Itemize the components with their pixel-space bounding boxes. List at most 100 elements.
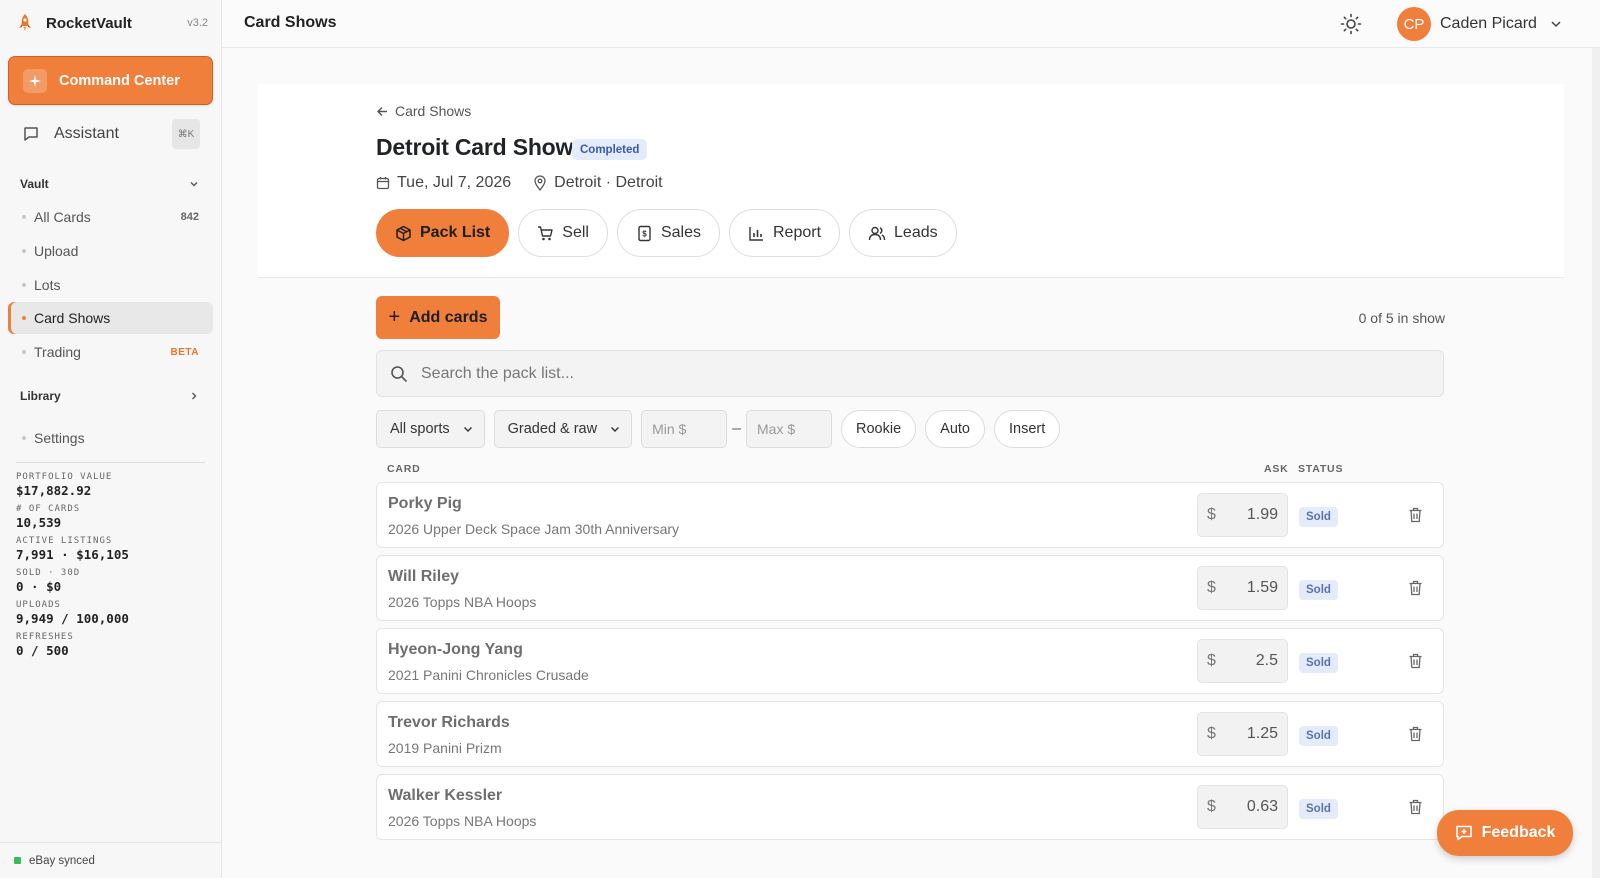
sync-status-dot-icon xyxy=(14,857,21,864)
grade-filter-select[interactable]: Graded & raw xyxy=(493,410,633,448)
stat-active-listings: ACTIVE LISTINGS 7,991 · $16,105 xyxy=(16,536,129,562)
ask-price-input[interactable]: $ 0.63 xyxy=(1197,785,1288,829)
assistant-button[interactable]: Assistant ⌘K xyxy=(22,118,200,150)
assistant-label: Assistant xyxy=(54,125,119,142)
sun-icon xyxy=(1340,13,1362,35)
add-cards-label: Add cards xyxy=(409,308,488,326)
sidebar-item-settings[interactable]: Settings xyxy=(8,422,213,454)
card-name: Will Riley xyxy=(388,568,459,585)
sidebar: RocketVault v3.2 Command Center Assistan… xyxy=(0,0,222,878)
chat-bubble-icon xyxy=(24,127,38,141)
feedback-label: Feedback xyxy=(1481,824,1556,841)
table-row[interactable]: Trevor Richards 2019 Panini Prizm $ 1.25… xyxy=(376,701,1444,767)
auto-filter-chip[interactable]: Auto xyxy=(925,410,985,448)
beta-badge: BETA xyxy=(170,346,199,358)
package-icon xyxy=(395,225,412,242)
status-badge: Sold xyxy=(1299,726,1338,746)
brand-name: RocketVault xyxy=(46,14,132,32)
bullet-icon xyxy=(22,249,26,253)
search-icon xyxy=(391,365,407,382)
map-pin-icon xyxy=(533,175,547,191)
users-icon xyxy=(868,225,886,242)
tab-pack-list[interactable]: Pack List xyxy=(376,209,510,257)
table-row[interactable]: Will Riley 2026 Topps NBA Hoops $ 1.59 S… xyxy=(376,555,1444,621)
table-row[interactable]: Hyeon-Jong Yang 2021 Panini Chronicles C… xyxy=(376,628,1444,694)
card-name: Porky Pig xyxy=(388,495,462,512)
theme-toggle-button[interactable] xyxy=(1338,11,1364,37)
top-bar: Card Shows CP Caden Picard xyxy=(222,0,1600,48)
chevron-down-icon xyxy=(190,182,198,187)
max-price-input[interactable] xyxy=(746,410,833,448)
currency-symbol: $ xyxy=(1207,652,1216,669)
ask-price-input[interactable]: $ 1.59 xyxy=(1197,566,1288,610)
trash-icon xyxy=(1409,507,1421,523)
portfolio-stats: PORTFOLIO VALUE $17,882.92 # OF CARDS 10… xyxy=(16,472,129,664)
sidebar-item-upload[interactable]: Upload xyxy=(8,235,213,267)
currency-symbol: $ xyxy=(1207,506,1216,523)
sidebar-item-label: All Cards xyxy=(34,209,91,225)
stat-value: $17,882.92 xyxy=(16,483,92,498)
sidebar-item-lots[interactable]: Lots xyxy=(8,269,213,301)
delete-button[interactable] xyxy=(1405,724,1425,744)
sidebar-item-card-shows[interactable]: Card Shows xyxy=(8,302,213,334)
library-section-label: Library xyxy=(20,389,61,403)
status-badge: Sold xyxy=(1299,799,1338,819)
chevron-down-icon xyxy=(611,427,620,432)
ask-price-value: 1.99 xyxy=(1246,506,1278,523)
user-menu[interactable]: CP Caden Picard xyxy=(1397,7,1563,41)
table-row[interactable]: Porky Pig 2026 Upper Deck Space Jam 30th… xyxy=(376,482,1444,548)
rookie-filter-chip[interactable]: Rookie xyxy=(841,410,917,448)
card-set: 2026 Upper Deck Space Jam 30th Anniversa… xyxy=(388,521,680,537)
search-input[interactable] xyxy=(421,364,1321,383)
ask-price-input[interactable]: $ 2.5 xyxy=(1197,639,1288,683)
library-section-toggle[interactable]: Library xyxy=(20,389,200,403)
receipt-icon: $ xyxy=(636,225,653,242)
add-cards-button[interactable]: + Add cards xyxy=(376,296,500,339)
bullet-icon xyxy=(22,316,26,320)
tab-leads[interactable]: Leads xyxy=(849,209,957,257)
command-center-button[interactable]: Command Center xyxy=(8,56,213,105)
brand[interactable]: RocketVault v3.2 xyxy=(14,12,208,34)
column-header-ask: ASK xyxy=(1264,463,1289,475)
all-cards-count: 842 xyxy=(180,211,199,223)
delete-button[interactable] xyxy=(1405,505,1425,525)
trash-icon xyxy=(1409,726,1421,742)
sidebar-item-label: Settings xyxy=(34,430,85,446)
delete-button[interactable] xyxy=(1405,578,1425,598)
sport-filter-select[interactable]: All sports xyxy=(376,410,485,448)
stat-value: 0 · $0 xyxy=(16,579,62,594)
tab-label: Report xyxy=(772,224,822,241)
stat-card-count: # OF CARDS 10,539 xyxy=(16,504,129,530)
page-title: Card Shows xyxy=(244,14,337,31)
min-price-input[interactable] xyxy=(641,410,728,448)
card-set: 2026 Topps NBA Hoops xyxy=(388,594,537,610)
user-name: Caden Picard xyxy=(1440,15,1537,32)
feedback-button[interactable]: Feedback xyxy=(1437,810,1573,856)
ask-price-input[interactable]: $ 1.25 xyxy=(1197,712,1288,756)
filter-bar: All sports Graded & raw – Rookie Auto In… xyxy=(376,410,1061,448)
tab-sales[interactable]: $ Sales xyxy=(616,209,720,257)
sidebar-item-trading[interactable]: Trading BETA xyxy=(8,336,213,368)
stat-value: 10,539 xyxy=(16,515,62,530)
sidebar-item-label: Trading xyxy=(34,344,81,360)
sidebar-item-all-cards[interactable]: All Cards 842 xyxy=(8,201,213,233)
delete-button[interactable] xyxy=(1405,651,1425,671)
main-scrollbar[interactable] xyxy=(1592,48,1600,878)
table-row[interactable]: Walker Kessler 2026 Topps NBA Hoops $ 0.… xyxy=(376,774,1444,840)
insert-filter-chip[interactable]: Insert xyxy=(994,410,1061,448)
feedback-message-icon xyxy=(1455,824,1473,842)
bar-chart-icon xyxy=(748,225,765,242)
currency-symbol: $ xyxy=(1207,798,1216,815)
ask-price-input[interactable]: $ 1.99 xyxy=(1197,493,1288,537)
show-location: Detroit · Detroit xyxy=(554,174,663,191)
vault-section-toggle[interactable]: Vault xyxy=(20,177,200,191)
back-to-card-shows-link[interactable]: Card Shows xyxy=(376,103,471,119)
assistant-shortcut: ⌘K xyxy=(172,119,200,149)
app-version: v3.2 xyxy=(187,17,208,29)
card-name: Trevor Richards xyxy=(388,714,510,731)
card-set: 2019 Panini Prizm xyxy=(388,740,502,756)
tab-label: Sell xyxy=(562,224,589,241)
delete-button[interactable] xyxy=(1405,797,1425,817)
tab-sell[interactable]: Sell xyxy=(518,209,608,257)
tab-report[interactable]: Report xyxy=(728,209,841,257)
